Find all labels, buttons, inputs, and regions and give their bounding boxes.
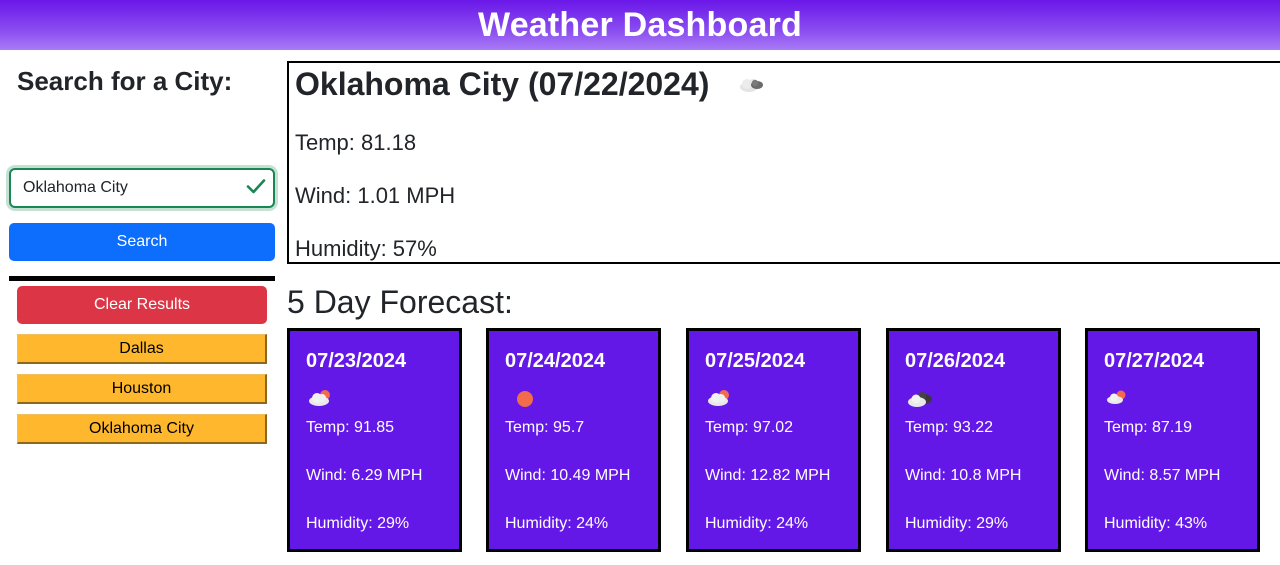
clear-results-button[interactable]: Clear Results [17, 286, 267, 324]
forecast-humidity: Humidity: 24% [705, 515, 809, 532]
cloud-icon [740, 79, 763, 92]
forecast-date: 07/26/2024 [905, 350, 1006, 372]
search-heading: Search for a City: [17, 66, 233, 96]
forecast-humidity: Humidity: 29% [905, 515, 1009, 532]
search-button[interactable]: Search [9, 223, 275, 261]
forecast-date: 07/25/2024 [705, 350, 806, 372]
forecast-wind: Wind: 12.82 MPH [705, 467, 831, 484]
forecast-date: 07/27/2024 [1104, 350, 1205, 372]
clouds-icon [908, 392, 932, 407]
forecast-card: 07/27/2024 Temp: 87.19 Wind: 8.57 MPH Hu… [1085, 328, 1260, 552]
forecast-card: 07/23/2024 Temp: 91.85 Wind: 6.29 MPH Hu… [287, 328, 462, 552]
forecast-temp: Temp: 91.85 [306, 419, 395, 436]
cloud-sun-icon [708, 390, 729, 406]
forecast-humidity: Humidity: 43% [1104, 515, 1208, 532]
forecast-humidity: Humidity: 24% [505, 515, 609, 532]
forecast-temp: Temp: 93.22 [905, 419, 994, 436]
current-temp: Temp: 81.18 [295, 130, 417, 155]
current-weather-panel: Oklahoma City (07/22/2024) Temp: 81.18 W… [287, 61, 1280, 264]
forecast-card: 07/26/2024 Temp: 93.22 Wind: 10.8 MPH Hu… [886, 328, 1061, 552]
current-city-title: Oklahoma City (07/22/2024) [295, 66, 710, 102]
sun-icon [517, 391, 533, 407]
history-button-dallas[interactable]: Dallas [17, 334, 267, 364]
valid-check-icon [246, 179, 266, 194]
cloud-sun-icon [1107, 390, 1126, 404]
current-humidity: Humidity: 57% [295, 236, 437, 261]
divider [9, 276, 275, 281]
history-button-oklahoma-city[interactable]: Oklahoma City [17, 414, 267, 444]
page-header: Weather Dashboard [0, 0, 1280, 50]
forecast-card: 07/24/2024 Temp: 95.7 Wind: 10.49 MPH Hu… [486, 328, 661, 552]
forecast-wind: Wind: 10.8 MPH [905, 467, 1022, 484]
forecast-wind: Wind: 8.57 MPH [1104, 467, 1221, 484]
cloud-sun-icon [309, 390, 330, 406]
page-title: Weather Dashboard [478, 5, 802, 44]
forecast-heading: 5 Day Forecast: [287, 284, 513, 320]
forecast-wind: Wind: 10.49 MPH [505, 467, 631, 484]
forecast-date: 07/24/2024 [505, 350, 606, 372]
forecast-humidity: Humidity: 29% [306, 515, 410, 532]
forecast-date: 07/23/2024 [306, 350, 407, 372]
forecast-wind: Wind: 6.29 MPH [306, 467, 423, 484]
forecast-temp: Temp: 87.19 [1104, 419, 1193, 436]
city-search-input[interactable] [9, 168, 275, 208]
forecast-temp: Temp: 97.02 [705, 419, 794, 436]
history-button-houston[interactable]: Houston [17, 374, 267, 404]
current-wind: Wind: 1.01 MPH [295, 183, 456, 208]
forecast-temp: Temp: 95.7 [505, 419, 585, 436]
sidebar: Search for a City: Search Clear Results … [0, 50, 285, 565]
forecast-card: 07/25/2024 Temp: 97.02 Wind: 12.82 MPH H… [686, 328, 861, 552]
